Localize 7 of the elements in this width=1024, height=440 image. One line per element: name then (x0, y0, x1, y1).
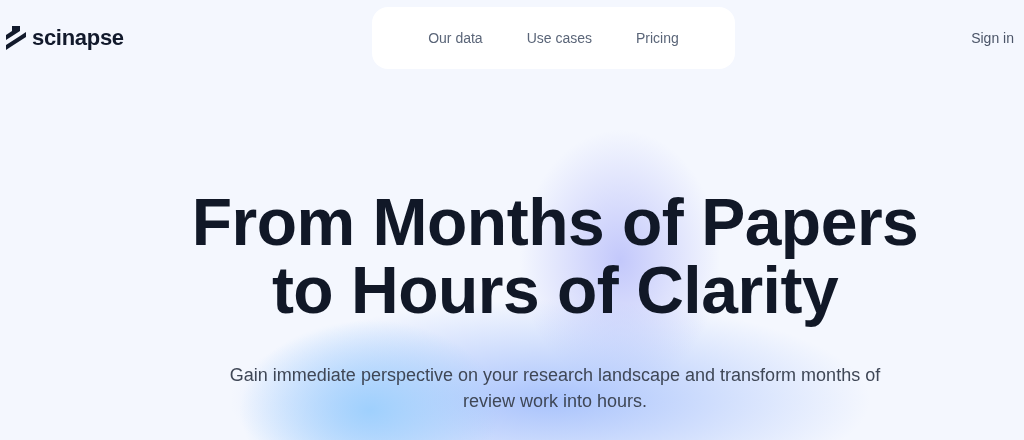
hero-subtitle: Gain immediate perspective on your research landscape and transform months of review work into hours. (228, 364, 882, 413)
nav-link[interactable]: Our data (406, 30, 505, 46)
nav-link[interactable]: Use cases (504, 30, 614, 46)
nav-link[interactable]: Pricing (614, 30, 701, 46)
logo-text: scinapse (32, 25, 124, 51)
logo-icon (6, 26, 26, 50)
sign-in-link[interactable]: Sign in (971, 30, 1014, 46)
